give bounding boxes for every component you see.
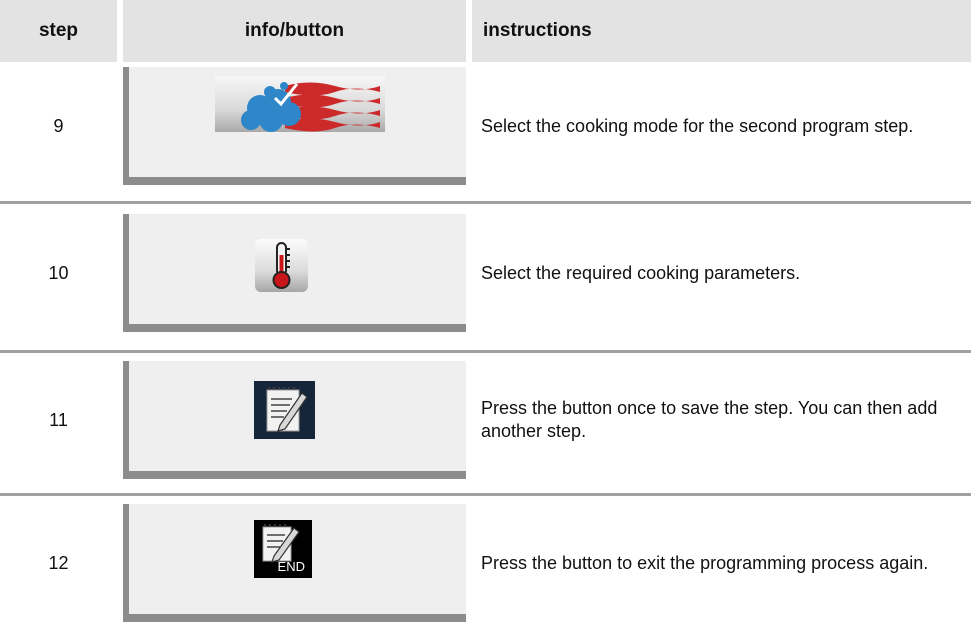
button-panel bbox=[123, 67, 466, 185]
button-panel: END bbox=[123, 504, 466, 622]
instruction-text: Press the button to exit the programming… bbox=[481, 552, 929, 573]
thermometer-graphic bbox=[272, 242, 291, 289]
end-label: END bbox=[277, 559, 305, 574]
table-row: 12 END Press the button to exit the prog… bbox=[0, 504, 971, 622]
table-row: 9 Select the cooking mode for the second… bbox=[0, 67, 971, 185]
button-panel bbox=[123, 214, 466, 332]
notepad-end-icon[interactable]: END bbox=[254, 520, 312, 578]
notepad-save-icon[interactable] bbox=[254, 381, 315, 439]
row-divider bbox=[0, 493, 971, 496]
row-divider bbox=[0, 201, 971, 204]
instruction-text: Select the cooking mode for the second p… bbox=[481, 115, 914, 136]
instruction-text: Press the button once to save the step. … bbox=[481, 398, 938, 441]
table-row: 10 Select the required cooking parameter… bbox=[0, 214, 971, 332]
row-divider bbox=[0, 350, 971, 353]
header-info-button: info/button bbox=[123, 0, 466, 62]
step-number: 10 bbox=[48, 262, 69, 283]
steam-flag-graphic bbox=[241, 82, 380, 132]
table-header: step info/button instructions bbox=[0, 0, 971, 62]
thermometer-icon[interactable] bbox=[255, 239, 308, 292]
step-number: 12 bbox=[48, 552, 69, 573]
header-step: step bbox=[0, 0, 117, 62]
table-row: 11 Press the button once to save the ste… bbox=[0, 361, 971, 479]
step-number: 11 bbox=[49, 409, 68, 430]
instruction-text: Select the required cooking parameters. bbox=[481, 262, 801, 283]
step-number: 9 bbox=[53, 115, 64, 136]
notepad-pencil-graphic bbox=[266, 387, 308, 432]
header-instructions: instructions bbox=[472, 0, 971, 62]
button-panel bbox=[123, 361, 466, 479]
steam-convection-mode-icon[interactable] bbox=[215, 76, 385, 132]
